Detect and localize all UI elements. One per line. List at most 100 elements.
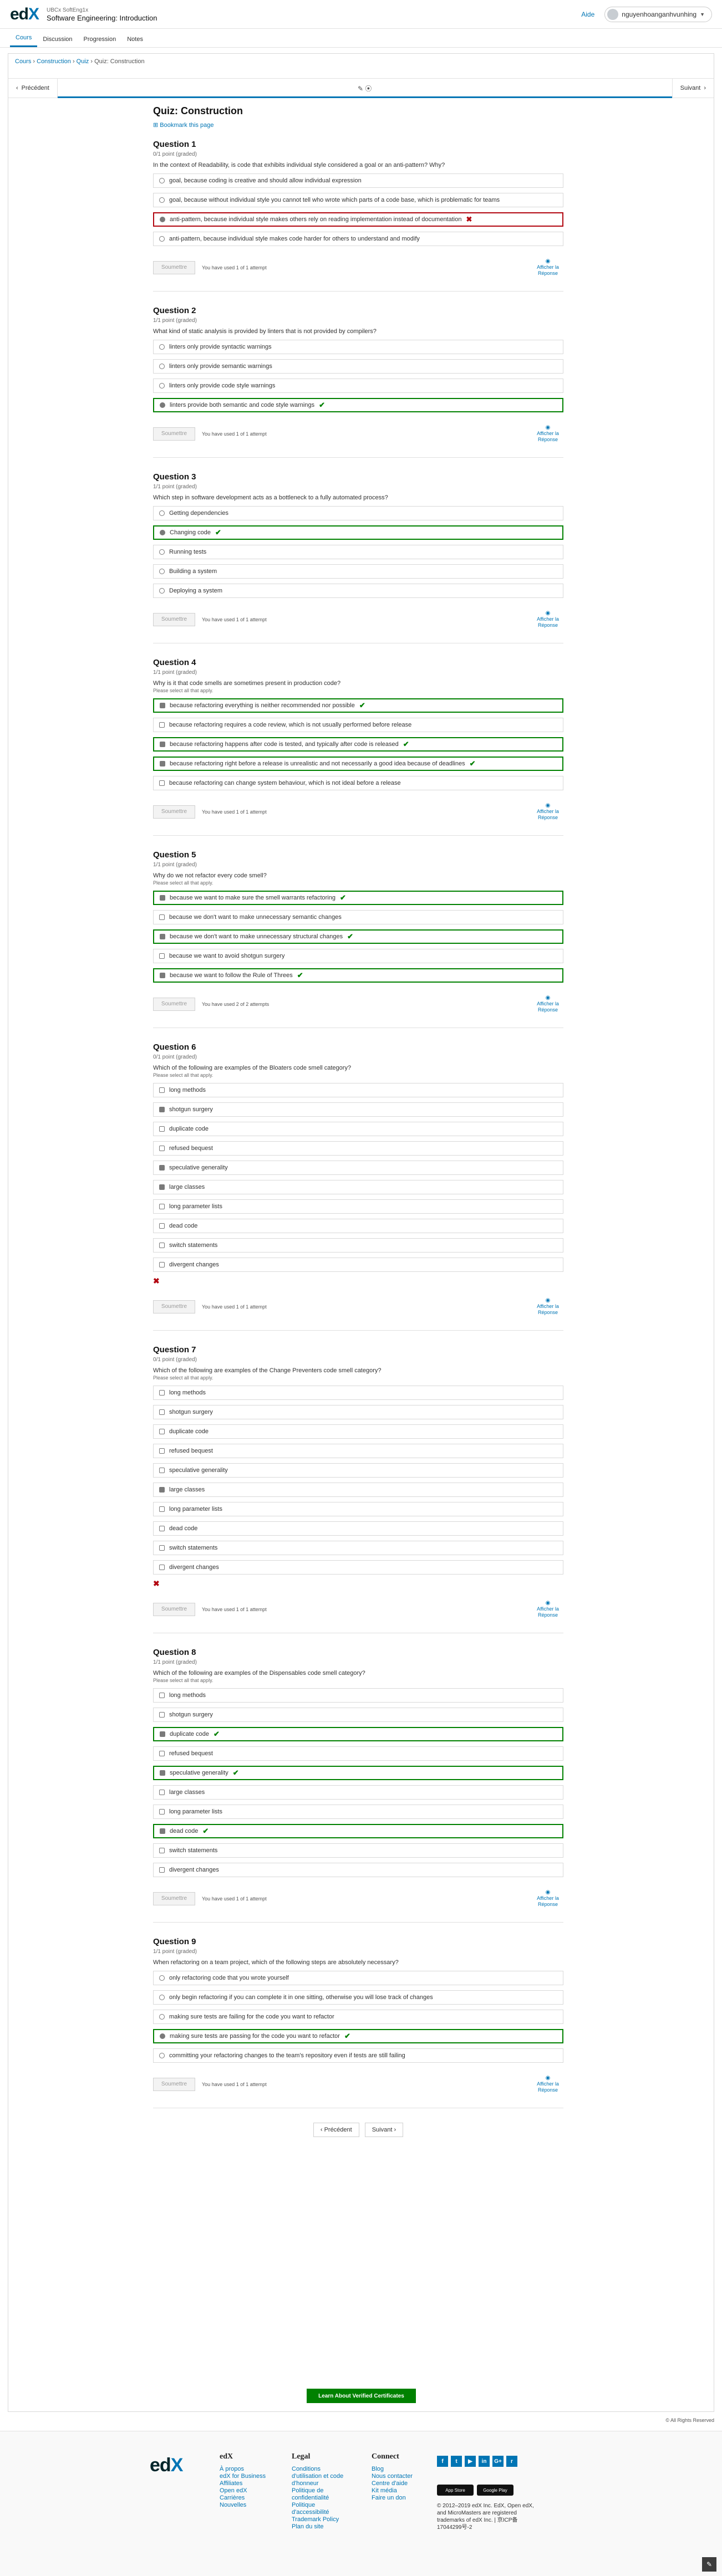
checkbox[interactable] xyxy=(160,895,165,901)
checkbox[interactable] xyxy=(159,1751,165,1756)
answer-option[interactable]: speculative generality xyxy=(153,1463,563,1478)
checkbox[interactable] xyxy=(159,1184,165,1190)
answer-option[interactable]: Building a system xyxy=(153,564,563,579)
footer-link[interactable]: Politique xyxy=(292,2502,343,2509)
tab-notes[interactable]: Notes xyxy=(121,36,149,47)
edx-logo[interactable]: edX xyxy=(10,5,39,24)
footer-link[interactable]: d'utilisation et code xyxy=(292,2473,343,2480)
breadcrumb-link[interactable]: Quiz xyxy=(77,58,89,65)
youtube-icon[interactable]: ▶ xyxy=(465,2456,476,2467)
answer-option[interactable]: duplicate code xyxy=(153,1122,563,1136)
checkbox[interactable] xyxy=(159,1693,165,1698)
answer-option[interactable]: because we want to follow the Rule of Th… xyxy=(153,968,563,983)
checkbox[interactable] xyxy=(160,703,165,708)
radio-button[interactable] xyxy=(159,2014,165,2020)
answer-option[interactable]: shotgun surgery xyxy=(153,1102,563,1117)
answer-option[interactable]: switch statements xyxy=(153,1541,563,1555)
answer-option[interactable]: duplicate code xyxy=(153,1424,563,1439)
verified-certificate-button[interactable]: Learn About Verified Certificates xyxy=(307,2389,416,2403)
checkbox[interactable] xyxy=(159,953,165,959)
footer-link[interactable]: Affiliates xyxy=(220,2480,266,2487)
radio-button[interactable] xyxy=(160,530,165,535)
footer-logo[interactable]: edX xyxy=(150,2455,183,2476)
checkbox[interactable] xyxy=(159,1390,165,1396)
radio-button[interactable] xyxy=(160,217,165,222)
show-answer-button[interactable]: ◉ Afficher la Réponse xyxy=(532,1297,563,1316)
footer-link[interactable]: Open edX xyxy=(220,2487,266,2495)
submit-button[interactable]: Soumettre xyxy=(153,805,195,819)
twitter-icon[interactable]: t xyxy=(451,2456,462,2467)
radio-button[interactable] xyxy=(160,402,165,408)
answer-option[interactable]: dead code xyxy=(153,1219,563,1233)
radio-button[interactable] xyxy=(159,1975,165,1981)
checkbox[interactable] xyxy=(159,1506,165,1512)
checkbox[interactable] xyxy=(160,1828,165,1834)
checkbox[interactable] xyxy=(159,914,165,920)
answer-option[interactable]: divergent changes xyxy=(153,1560,563,1575)
answer-option[interactable]: dead code ✔ xyxy=(153,1824,563,1838)
answer-option[interactable]: large classes xyxy=(153,1483,563,1497)
answer-option[interactable]: only refactoring code that you wrote you… xyxy=(153,1971,563,1985)
answer-option[interactable]: speculative generality xyxy=(153,1161,563,1175)
answer-option[interactable]: because we want to avoid shotgun surgery xyxy=(153,949,563,963)
answer-option[interactable]: long parameter lists xyxy=(153,1502,563,1516)
answer-option[interactable]: only begin refactoring if you can comple… xyxy=(153,1990,563,2005)
checkbox[interactable] xyxy=(159,1243,165,1248)
radio-button[interactable] xyxy=(159,236,165,242)
checkbox[interactable] xyxy=(160,761,165,766)
footer-link[interactable]: À propos xyxy=(220,2466,266,2473)
answer-option[interactable]: because refactoring everything is neithe… xyxy=(153,698,563,713)
footer-link[interactable]: Nous contacter xyxy=(372,2473,413,2480)
sequence-next-button[interactable]: Suivant › xyxy=(673,79,714,98)
footer-link[interactable]: confidentialité xyxy=(292,2495,343,2502)
checkbox[interactable] xyxy=(159,1545,165,1551)
checkbox[interactable] xyxy=(159,1126,165,1132)
answer-option[interactable]: long methods xyxy=(153,1386,563,1400)
checkbox[interactable] xyxy=(160,1731,165,1737)
show-answer-button[interactable]: ◉ Afficher la Réponse xyxy=(532,1600,563,1618)
answer-option[interactable]: switch statements xyxy=(153,1238,563,1253)
checkbox[interactable] xyxy=(160,1770,165,1776)
radio-button[interactable] xyxy=(159,178,165,183)
feedback-icon[interactable]: ✎ xyxy=(702,2557,716,2572)
breadcrumb-link[interactable]: Cours xyxy=(15,58,31,65)
radio-button[interactable] xyxy=(159,344,165,350)
footer-link[interactable]: Politique de xyxy=(292,2487,343,2495)
answer-option[interactable]: because we don't want to make unnecessar… xyxy=(153,910,563,924)
footer-link[interactable]: Centre d'aide xyxy=(372,2480,413,2487)
footer-link[interactable]: Nouvelles xyxy=(220,2502,266,2509)
footer-link[interactable]: Kit média xyxy=(372,2487,413,2495)
answer-option[interactable]: because refactoring right before a relea… xyxy=(153,757,563,771)
checkbox[interactable] xyxy=(159,1429,165,1434)
answer-option[interactable]: linters only provide semantic warnings xyxy=(153,359,563,374)
answer-option[interactable]: long methods xyxy=(153,1688,563,1703)
checkbox[interactable] xyxy=(159,1165,165,1171)
answer-option[interactable]: Getting dependencies xyxy=(153,506,563,520)
app-store-badge[interactable]: App Store xyxy=(437,2485,474,2496)
answer-option[interactable]: dead code xyxy=(153,1521,563,1536)
radio-button[interactable] xyxy=(159,549,165,555)
answer-option[interactable]: because refactoring requires a code revi… xyxy=(153,718,563,732)
answer-option[interactable]: shotgun surgery xyxy=(153,1708,563,1722)
answer-option[interactable]: because we want to make sure the smell w… xyxy=(153,891,563,905)
radio-button[interactable] xyxy=(159,588,165,594)
footer-link[interactable]: Conditions xyxy=(292,2466,343,2473)
checkbox[interactable] xyxy=(159,1848,165,1853)
breadcrumb-link[interactable]: Construction xyxy=(37,58,71,65)
footer-link[interactable]: Faire un don xyxy=(372,2495,413,2502)
answer-option[interactable]: goal, because without individual style y… xyxy=(153,193,563,207)
tab-progression[interactable]: Progression xyxy=(78,36,122,47)
bottom-prev-button[interactable]: ‹ Précédent xyxy=(313,2123,359,2137)
submit-button[interactable]: Soumettre xyxy=(153,260,195,274)
answer-option[interactable]: refused bequest xyxy=(153,1444,563,1458)
answer-option[interactable]: refused bequest xyxy=(153,1141,563,1156)
answer-option[interactable]: long parameter lists xyxy=(153,1199,563,1214)
checkbox[interactable] xyxy=(159,1204,165,1209)
answer-option[interactable]: making sure tests are passing for the co… xyxy=(153,2029,563,2043)
footer-link[interactable]: Trademark Policy xyxy=(292,2516,343,2523)
checkbox[interactable] xyxy=(160,742,165,747)
tab-discussion[interactable]: Discussion xyxy=(37,36,78,47)
sequence-prev-button[interactable]: ‹ Précédent xyxy=(8,79,57,98)
user-menu[interactable]: nguyenhoanganhvunhing ▼ xyxy=(604,6,712,22)
bookmark-button[interactable]: ⊞ Bookmark this page xyxy=(153,121,563,129)
